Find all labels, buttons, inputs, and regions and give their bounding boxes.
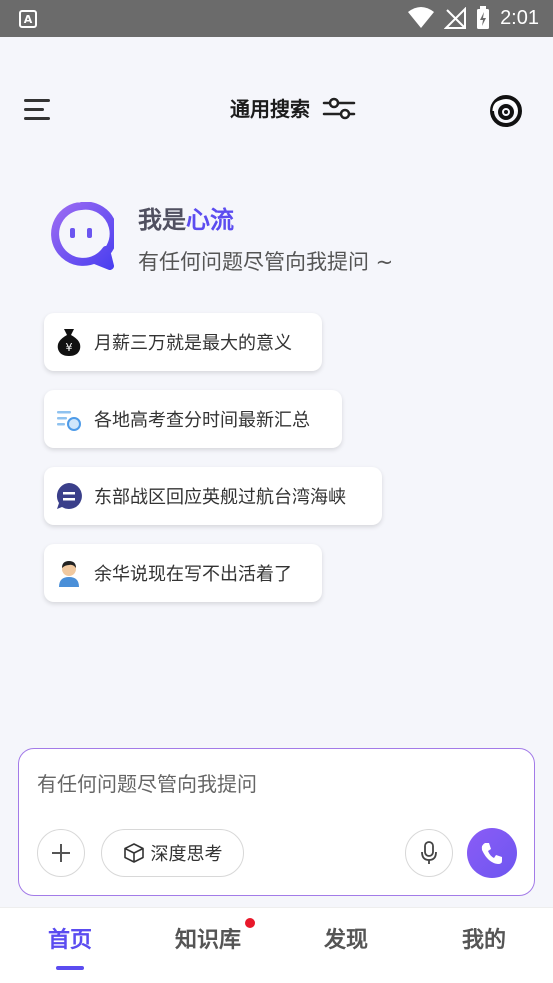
microphone-icon: [421, 841, 437, 864]
voice-input-button[interactable]: [405, 829, 453, 877]
tab-discover[interactable]: 发现: [320, 922, 372, 954]
assistant-intro: 我是心流 有任何问题尽管向我提问 ~: [48, 200, 528, 280]
filter-sliders-icon[interactable]: [322, 96, 356, 120]
no-signal-icon: [444, 7, 467, 29]
suggestion-chip[interactable]: 各地高考查分时间最新汇总: [44, 390, 342, 448]
active-tab-indicator: [56, 966, 84, 970]
tab-knowledge-base[interactable]: 知识库: [170, 922, 246, 954]
money-bag-icon: ¥: [54, 327, 84, 357]
app-header: 通用搜索: [0, 37, 553, 147]
suggestion-text: 月薪三万就是最大的意义: [94, 333, 292, 354]
intro-title-prefix: 我是: [138, 206, 186, 234]
deep-think-label: 深度思考: [150, 844, 223, 865]
suggestion-text: 余华说现在写不出活着了: [94, 564, 292, 585]
message-input[interactable]: [37, 767, 507, 801]
tab-home-label: 首页: [47, 928, 92, 953]
suggestion-chip[interactable]: ¥ 月薪三万就是最大的意义: [44, 313, 322, 371]
menu-icon[interactable]: [22, 97, 52, 123]
plus-icon: [52, 844, 70, 862]
bot-avatar-icon: [51, 202, 114, 270]
app-notification-icon: A: [19, 10, 37, 28]
suggestion-chip[interactable]: 东部战区回应英舰过航台湾海峡: [44, 467, 382, 525]
tab-profile[interactable]: 我的: [458, 922, 510, 954]
tab-profile-label: 我的: [461, 928, 506, 953]
tab-discover-label: 发现: [323, 928, 368, 953]
deep-think-button[interactable]: 深度思考: [101, 829, 244, 877]
bottom-tab-bar: 首页 知识库 发现 我的: [0, 907, 553, 983]
battery-charging-icon: [477, 6, 490, 29]
notification-badge: [245, 918, 255, 928]
system-icons: 2:01: [408, 6, 539, 30]
search-list-icon: [54, 404, 84, 434]
chat-bubble-icon: [54, 481, 84, 511]
intro-subtitle: 有任何问题尽管向我提问 ~: [138, 250, 394, 274]
tab-home[interactable]: 首页: [42, 922, 98, 970]
message-composer: 深度思考: [18, 748, 535, 896]
suggestion-text: 东部战区回应英舰过航台湾海峡: [94, 487, 346, 508]
status-bar: A 2:01: [0, 0, 553, 37]
cube-icon: [123, 843, 144, 863]
voice-call-button[interactable]: [467, 828, 517, 878]
svg-text:¥: ¥: [66, 341, 73, 354]
search-mode-selector[interactable]: 通用搜索: [230, 93, 356, 122]
brand-name: 心流: [186, 206, 234, 234]
suggestion-chip[interactable]: 余华说现在写不出活着了: [44, 544, 322, 602]
page-title: 通用搜索: [230, 99, 310, 121]
swirl-logo-icon[interactable]: [488, 93, 524, 129]
clock: 2:01: [500, 6, 539, 29]
suggestion-text: 各地高考查分时间最新汇总: [94, 410, 310, 431]
tab-knowledge-base-label: 知识库: [174, 928, 241, 953]
person-avatar-icon: [54, 558, 84, 588]
wifi-icon: [408, 7, 435, 28]
add-attachment-button[interactable]: [37, 829, 85, 877]
intro-title: 我是心流: [138, 200, 234, 235]
phone-icon: [481, 843, 502, 864]
